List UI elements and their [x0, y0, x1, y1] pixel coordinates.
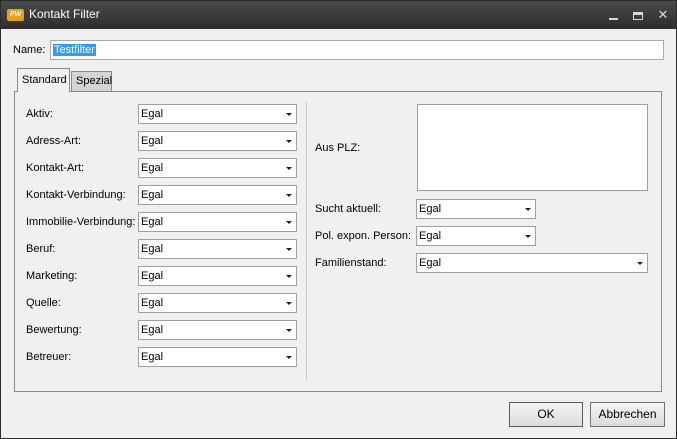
tab-standard[interactable]: Standard [17, 68, 70, 92]
beruf-select[interactable]: Egal [138, 239, 297, 259]
chevron-down-icon [286, 275, 292, 278]
betreuer-select[interactable]: Egal [138, 347, 297, 367]
immobilie-verbindung-value: Egal [141, 216, 164, 228]
close-button[interactable]: ✕ [653, 6, 673, 24]
column-divider [306, 102, 307, 380]
minimize-icon [608, 17, 618, 20]
chevron-down-icon [286, 113, 292, 116]
kontakt-verbindung-select[interactable]: Egal [138, 185, 297, 205]
chevron-down-icon [637, 262, 643, 265]
kontakt-verbindung-value: Egal [141, 189, 164, 201]
name-label: Name: [13, 44, 46, 56]
pep-select[interactable]: Egal [416, 226, 536, 246]
maximize-button[interactable] [628, 6, 648, 24]
ok-button[interactable]: OK [509, 402, 583, 427]
kontakt-art-value: Egal [141, 162, 164, 174]
plz-textarea[interactable] [417, 104, 648, 191]
close-icon: ✕ [657, 7, 669, 22]
adress-art-label: Adress-Art: [26, 135, 82, 147]
marketing-select[interactable]: Egal [138, 266, 297, 286]
kontakt-art-label: Kontakt-Art: [26, 162, 85, 174]
chevron-down-icon [286, 248, 292, 251]
betreuer-value: Egal [141, 351, 164, 363]
name-input-value: Testfilter [53, 44, 96, 56]
quelle-label: Quelle: [26, 297, 61, 309]
adress-art-value: Egal [141, 135, 164, 147]
name-input[interactable]: Testfilter [50, 40, 664, 60]
chevron-down-icon [525, 208, 531, 211]
chevron-down-icon [286, 329, 292, 332]
sucht-aktuell-value: Egal [419, 203, 442, 215]
kontakt-verbindung-label: Kontakt-Verbindung: [26, 189, 126, 201]
bewertung-value: Egal [141, 324, 164, 336]
adress-art-select[interactable]: Egal [138, 131, 297, 151]
pep-label: Pol. expon. Person: [315, 230, 412, 242]
title-bar[interactable]: PW Kontakt Filter ✕ [1, 1, 676, 29]
minimize-button[interactable] [603, 6, 623, 24]
beruf-value: Egal [141, 243, 164, 255]
pep-value: Egal [419, 230, 442, 242]
marketing-label: Marketing: [26, 270, 78, 282]
marketing-value: Egal [141, 270, 164, 282]
plz-label: Aus PLZ: [315, 142, 361, 154]
chevron-down-icon [286, 194, 292, 197]
quelle-value: Egal [141, 297, 164, 309]
chevron-down-icon [525, 235, 531, 238]
familienstand-value: Egal [419, 257, 442, 269]
sucht-aktuell-select[interactable]: Egal [416, 199, 536, 219]
bewertung-select[interactable]: Egal [138, 320, 297, 340]
aktiv-label: Aktiv: [26, 108, 53, 120]
quelle-select[interactable]: Egal [138, 293, 297, 313]
aktiv-select[interactable]: Egal [138, 104, 297, 124]
betreuer-label: Betreuer: [26, 351, 72, 363]
familienstand-label: Familienstand: [315, 257, 387, 269]
sucht-aktuell-label: Sucht aktuell: [315, 203, 382, 215]
kontakt-art-select[interactable]: Egal [138, 158, 297, 178]
app-logo-icon: PW [7, 9, 24, 21]
chevron-down-icon [286, 140, 292, 143]
cancel-button[interactable]: Abbrechen [590, 402, 665, 427]
immobilie-verbindung-select[interactable]: Egal [138, 212, 297, 232]
kontakt-filter-dialog: PW Kontakt Filter ✕ Name: Testfilter Sta… [0, 0, 677, 439]
aktiv-value: Egal [141, 108, 164, 120]
tab-spezial[interactable]: Spezial [71, 71, 112, 92]
chevron-down-icon [286, 356, 292, 359]
maximize-icon [633, 11, 643, 20]
bewertung-label: Bewertung: [26, 324, 82, 336]
immobilie-verbindung-label: Immobilie-Verbindung: [26, 216, 136, 228]
beruf-label: Beruf: [26, 243, 56, 255]
chevron-down-icon [286, 302, 292, 305]
chevron-down-icon [286, 167, 292, 170]
familienstand-select[interactable]: Egal [416, 253, 648, 273]
window-title: Kontakt Filter [29, 7, 100, 21]
chevron-down-icon [286, 221, 292, 224]
